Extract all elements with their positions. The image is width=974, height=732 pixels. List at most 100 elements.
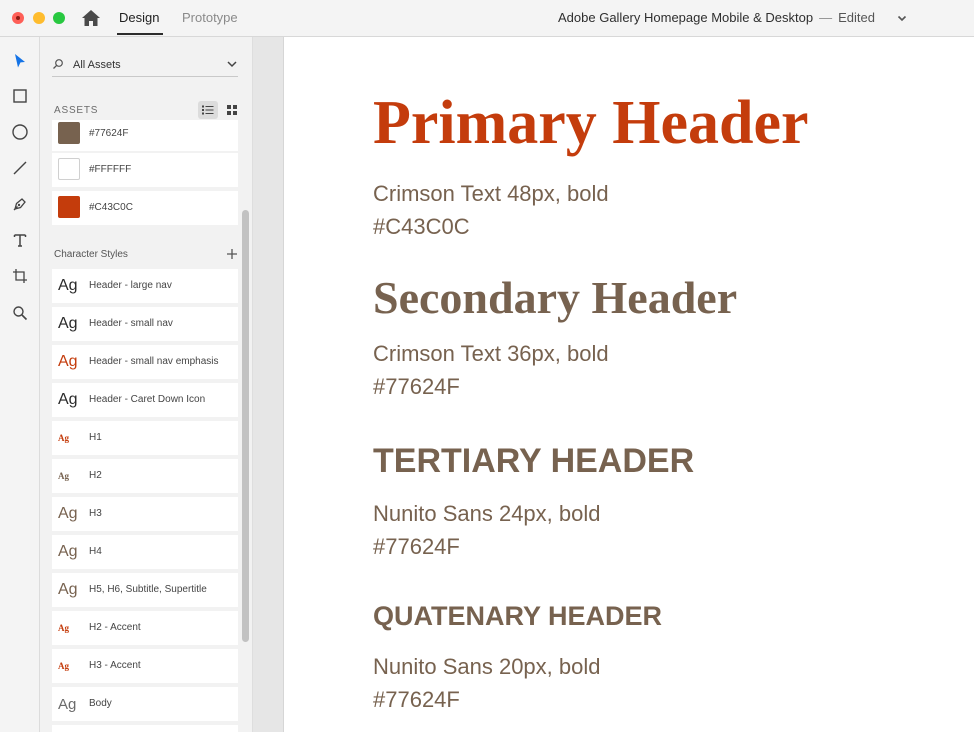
character-style-item[interactable]: Ag Header - large nav <box>52 269 238 303</box>
active-tab-indicator <box>117 33 163 35</box>
style-preview-glyph: Ag <box>58 661 69 671</box>
character-style-item[interactable]: Ag Header - small nav emphasis <box>52 345 238 379</box>
artboard-canvas[interactable]: Primary Header Crimson Text 48px, bold #… <box>284 37 974 732</box>
tertiary-header-sample: TERTIARY HEADER <box>373 442 695 480</box>
line-tool[interactable] <box>10 158 30 178</box>
assets-section-title: ASSETS <box>54 105 99 116</box>
grid-view-button[interactable] <box>225 103 239 117</box>
style-preview-glyph: Ag <box>58 695 77 713</box>
style-preview-glyph: Ag <box>58 581 78 598</box>
panel-scrollbar[interactable] <box>242 210 249 642</box>
character-style-item[interactable]: Ag Body <box>52 687 238 721</box>
character-style-item[interactable]: Ag H2 <box>52 459 238 493</box>
document-status: Edited <box>838 10 875 25</box>
quaternary-header-color-spec: #77624F <box>373 687 460 712</box>
chevron-down-icon <box>227 61 237 68</box>
secondary-header-font-spec: Crimson Text 36px, bold <box>373 341 609 366</box>
character-style-item[interactable]: Ag Header - small nav <box>52 307 238 341</box>
style-preview-glyph: Ag <box>58 543 78 560</box>
style-label: Header - Caret Down Icon <box>89 394 206 405</box>
pen-tool[interactable] <box>10 194 30 214</box>
character-style-item[interactable]: Ag H4 <box>52 535 238 569</box>
add-icon[interactable] <box>226 248 238 260</box>
color-swatch-label: #FFFFFF <box>89 164 132 175</box>
primary-header-font-spec: Crimson Text 48px, bold <box>373 181 609 206</box>
grid-view-icon <box>227 105 237 115</box>
magnifier-icon <box>13 306 28 321</box>
canvas-pasteboard <box>253 37 284 732</box>
document-title-menu[interactable]: Adobe Gallery Homepage Mobile & Desktop —… <box>558 10 875 26</box>
style-label: H3 <box>89 508 102 519</box>
text-tool[interactable] <box>10 230 30 250</box>
primary-header-color-spec: #C43C0C <box>373 214 470 239</box>
pen-icon <box>13 198 26 211</box>
artboard-icon <box>13 269 27 283</box>
quaternary-header-font-spec: Nunito Sans 20px, bold <box>373 654 601 679</box>
style-label: Body <box>89 698 112 709</box>
secondary-header-sample: Secondary Header <box>373 272 738 323</box>
tertiary-header-font-spec: Nunito Sans 24px, bold <box>373 501 601 526</box>
tab-prototype[interactable]: Prototype <box>182 10 238 26</box>
style-label: H2 - Accent <box>89 622 141 633</box>
character-style-item[interactable]: Ag Header - Caret Down Icon <box>52 383 238 417</box>
minimize-window-button[interactable] <box>33 12 45 24</box>
line-icon <box>13 161 27 175</box>
style-label: Header - small nav <box>89 318 173 329</box>
assets-filter-label: All Assets <box>73 59 121 71</box>
tab-design[interactable]: Design <box>119 10 159 26</box>
arrow-pointer-icon <box>15 54 25 68</box>
zoom-tool[interactable] <box>10 303 30 323</box>
toolbar <box>0 37 40 732</box>
character-style-item[interactable]: Ag H1 <box>52 421 238 455</box>
style-preview-glyph: Ag <box>58 505 78 522</box>
style-preview-glyph: Ag <box>58 623 69 633</box>
color-swatch <box>58 158 80 180</box>
character-styles-title: Character Styles <box>54 249 128 260</box>
zoom-window-button[interactable] <box>53 12 65 24</box>
assets-list: #77624F #FFFFFF #C43C0C Character Styles… <box>40 120 240 732</box>
character-style-item[interactable] <box>52 725 238 732</box>
list-view-icon <box>202 105 214 115</box>
color-swatch-row[interactable]: #77624F <box>52 120 238 151</box>
style-preview-glyph: Ag <box>58 391 78 408</box>
quaternary-header-sample: QUATENARY HEADER <box>373 601 663 631</box>
character-style-item[interactable]: Ag H5, H6, Subtitle, Supertitle <box>52 573 238 607</box>
style-label: Header - large nav <box>89 280 172 291</box>
artboard-tool[interactable] <box>10 266 30 286</box>
text-icon <box>13 234 27 247</box>
character-style-item[interactable]: Ag H3 - Accent <box>52 649 238 683</box>
secondary-header-color-spec: #77624F <box>373 374 460 399</box>
title-bar: Design Prototype Adobe Gallery Homepage … <box>0 0 974 37</box>
primary-header-sample: Primary Header <box>373 89 809 157</box>
select-tool[interactable] <box>10 51 30 71</box>
color-swatch-row[interactable]: #FFFFFF <box>52 153 238 187</box>
tertiary-header-color-spec: #77624F <box>373 534 460 559</box>
assets-filter-dropdown[interactable]: All Assets <box>52 54 238 77</box>
character-style-item[interactable]: Ag H2 - Accent <box>52 611 238 645</box>
color-swatch <box>58 122 80 144</box>
style-label: Header - small nav emphasis <box>89 356 219 367</box>
ellipse-icon <box>12 124 28 140</box>
document-title: Adobe Gallery Homepage Mobile & Desktop <box>558 10 814 25</box>
title-separator: — <box>819 10 833 25</box>
style-label: H4 <box>89 546 102 557</box>
style-label: H1 <box>89 432 102 443</box>
style-label: H2 <box>89 470 102 481</box>
style-preview-glyph: Ag <box>58 433 69 443</box>
character-style-item[interactable]: Ag H3 <box>52 497 238 531</box>
style-preview-glyph: Ag <box>58 315 78 332</box>
rectangle-icon <box>13 89 27 103</box>
style-preview-glyph: Ag <box>58 353 78 370</box>
ellipse-tool[interactable] <box>10 122 30 142</box>
color-swatch-row[interactable]: #C43C0C <box>52 191 238 225</box>
color-swatch-label: #77624F <box>89 128 129 139</box>
home-icon[interactable] <box>81 8 101 28</box>
color-swatch-label: #C43C0C <box>89 202 133 213</box>
assets-panel: All Assets ASSETS #77624F #FFFFFF #C43C0… <box>40 37 253 732</box>
search-icon <box>53 59 63 69</box>
chevron-down-icon[interactable] <box>896 12 908 24</box>
close-window-button[interactable] <box>12 12 24 24</box>
list-view-button[interactable] <box>198 101 218 119</box>
color-swatch <box>58 196 80 218</box>
rectangle-tool[interactable] <box>10 86 30 106</box>
